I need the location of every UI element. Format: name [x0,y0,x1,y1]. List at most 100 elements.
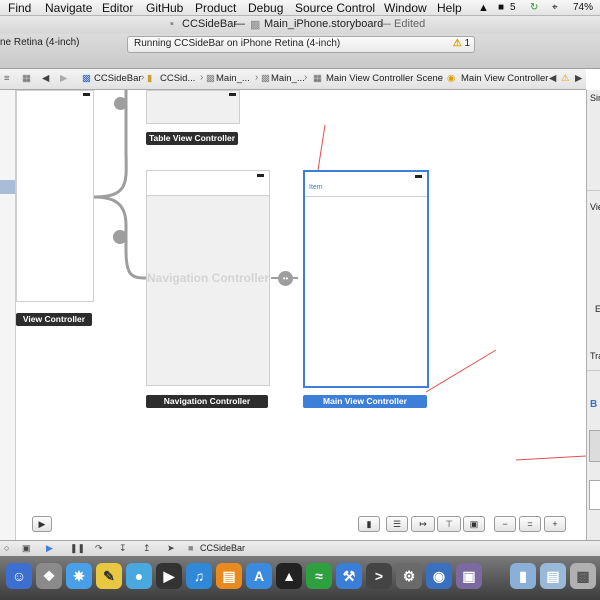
crumb-view-controller[interactable]: Main View Controller [461,73,548,84]
crumb-scene[interactable]: Main View Controller Scene [326,73,443,84]
scheme-selector[interactable]: ne Retina (4-inch) [0,37,79,48]
crumb-separator: › [141,72,145,83]
menu-find[interactable]: Find [8,1,31,15]
main-view-controller-scene[interactable]: Item [303,170,429,388]
trash-icon[interactable]: ▩ [570,563,596,589]
view-controller-scene[interactable] [16,90,94,302]
menu-help[interactable]: Help [437,1,462,15]
sync-icon[interactable]: ↻ [530,2,538,13]
crumb-group[interactable]: CCSid... [160,73,195,84]
segue-icon[interactable] [114,97,127,110]
warning-count: 1 [464,38,470,49]
pin-button[interactable]: ↦ [411,516,435,532]
finder-icon[interactable]: ☺ [6,563,32,589]
documents-folder-icon[interactable]: ▤ [540,563,566,589]
notes-icon[interactable]: ✎ [96,563,122,589]
resolve-button[interactable]: ⊤ [437,516,461,532]
zoom-fit-button[interactable]: = [519,516,541,532]
activity-viewer: Running CCSideBar on iPhone Retina (4-in… [127,36,475,53]
wifi-icon[interactable]: ⌖ [552,2,558,13]
title-state: — Edited [380,18,426,30]
messages-icon[interactable]: ● [126,563,152,589]
document-outline-button[interactable]: ▶ [32,516,52,532]
hat-icon[interactable]: ▲ [478,2,489,14]
storyboard-canvas[interactable]: View Controller •• Table View Controller… [16,90,586,540]
unity-icon[interactable]: ▲ [276,563,302,589]
step-out-icon[interactable]: ↥ [143,543,151,554]
inspector-panel[interactable]: Sim Vie E Tra B [586,90,600,540]
crumb-storyboard-base[interactable]: Main_... [271,73,305,84]
library-item[interactable] [589,430,600,462]
crumb-project[interactable]: CCSideBar [94,73,142,84]
title-file: Main_iPhone.storyboard [264,18,384,30]
itunes-icon[interactable]: ♫ [186,563,212,589]
step-over-icon[interactable]: ↷ [95,543,103,554]
launchpad-icon[interactable]: ❖ [36,563,62,589]
menu-source-control[interactable]: Source Control [295,1,375,15]
library-item[interactable] [589,480,600,510]
menu-product[interactable]: Product [195,1,236,15]
navigator-strip[interactable] [0,90,16,540]
console-icon[interactable]: ▣ [22,543,31,554]
navigation-controller-scene[interactable]: Navigation Controller [146,170,270,386]
facetime-icon[interactable]: ▶ [156,563,182,589]
instruments-icon[interactable]: ⚙ [396,563,422,589]
title-separator: — [234,18,245,30]
segue-lines [93,90,586,461]
debug-target[interactable]: CCSideBar [200,543,245,553]
crumb-storyboard[interactable]: Main_... [216,73,250,84]
form-factor-button[interactable]: ▮ [358,516,380,532]
inspector-library-tab[interactable]: B [590,399,597,410]
prev-issue-icon[interactable]: ◀ [549,73,556,84]
align-button[interactable]: ☰ [386,516,408,532]
forward-arrow-icon[interactable]: ▶ [60,73,67,84]
menu-editor[interactable]: Editor [102,1,133,15]
next-issue-icon[interactable]: ▶ [575,73,582,84]
issue-warning-icon[interactable]: ⚠ [561,73,570,84]
table-view-controller-scene[interactable] [146,90,240,124]
navigation-controller-label[interactable]: Navigation Controller [146,395,268,408]
battery-icon [83,93,90,96]
bar-button-item[interactable]: Item [309,184,323,191]
spotify-icon[interactable]: ≈ [306,563,332,589]
adobe-icon[interactable]: ■ [498,2,504,13]
folder-icon: ▮ [147,73,153,84]
crumb-separator: › [304,72,308,83]
menu-navigate[interactable]: Navigate [45,1,92,15]
adobe-badge: 5 [510,2,516,13]
navigation-controller-placeholder: Navigation Controller [147,271,270,285]
preview-icon[interactable]: ▣ [456,563,482,589]
xcode-icon[interactable]: ⚒ [336,563,362,589]
location-icon[interactable]: ➤ [167,543,175,554]
navigation-bar [147,171,269,196]
table-view-controller-label[interactable]: Table View Controller [146,132,238,145]
back-arrow-icon[interactable]: ◀ [42,73,49,84]
step-in-icon[interactable]: ↧ [119,543,127,554]
inspector-field: E [595,304,600,314]
relationship-segue-icon[interactable]: •• [278,271,293,286]
grid-icon[interactable]: ▦ [22,73,31,84]
resizing-button[interactable]: ▣ [463,516,485,532]
hide-debug-icon[interactable]: ○ [4,543,9,553]
pause-icon[interactable]: ❚❚ [70,543,85,554]
navigator-selection[interactable] [0,180,15,194]
project-crumb-icon: ▩ [82,73,91,84]
segue-icon[interactable] [113,230,127,244]
ibooks-icon[interactable]: ▤ [216,563,242,589]
main-view-controller-label[interactable]: Main View Controller [303,395,427,408]
safari-icon[interactable]: ✵ [66,563,92,589]
menu-debug[interactable]: Debug [248,1,283,15]
zoom-in-button[interactable]: + [544,516,566,532]
terminal-icon[interactable]: > [366,563,392,589]
app-store-icon[interactable]: A [246,563,272,589]
menu-github[interactable]: GitHub [146,1,183,15]
related-items-icon[interactable]: ≡ [4,73,10,84]
breakpoints-icon[interactable]: ▶ [46,543,53,554]
applications-folder-icon[interactable]: ▮ [510,563,536,589]
network-icon[interactable]: ◉ [426,563,452,589]
zoom-out-button[interactable]: − [494,516,516,532]
view-controller-label[interactable]: View Controller [16,313,92,326]
menu-window[interactable]: Window [384,1,427,15]
battery-icon [229,93,236,96]
warning-indicator[interactable]: ⚠ 1 [453,38,470,49]
